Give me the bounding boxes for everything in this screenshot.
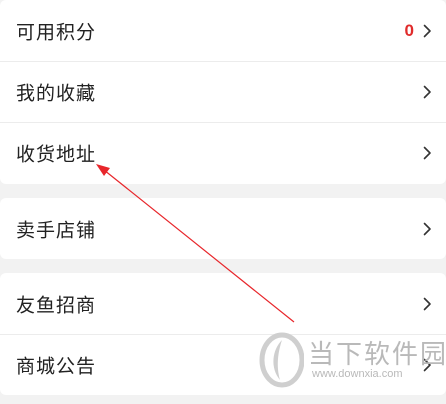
- account-menu-group: 可用积分 0 我的收藏 收货地址: [0, 0, 446, 184]
- available-points-value: 0: [404, 20, 414, 40]
- chevron-right-icon: [423, 146, 431, 160]
- site-watermark: 当下软件园 www.downxia.com: [258, 332, 446, 388]
- chevron-right-icon: [423, 24, 431, 37]
- menu-row-my-favorites[interactable]: 我的收藏: [0, 61, 446, 122]
- menu-row-available-points[interactable]: 可用积分 0: [0, 0, 446, 61]
- available-points-label: 可用积分: [16, 22, 97, 43]
- merchant-recruitment-label: 友鱼招商: [16, 295, 97, 316]
- downxia-logo-icon: [259, 332, 304, 388]
- mall-announcement-label: 商城公告: [16, 356, 97, 378]
- my-favorites-label: 我的收藏: [16, 83, 97, 105]
- chevron-right-icon: [423, 85, 431, 99]
- menu-row-seller-shop[interactable]: 卖手店铺: [0, 198, 446, 259]
- chevron-right-icon: [423, 297, 431, 310]
- watermark-url: www.downxia.com: [312, 368, 403, 380]
- menu-row-merchant-recruitment[interactable]: 友鱼招商: [0, 273, 446, 334]
- seller-menu-group: 卖手店铺: [0, 198, 446, 259]
- menu-row-shipping-address[interactable]: 收货地址: [0, 122, 446, 183]
- chevron-right-icon: [423, 222, 431, 235]
- shipping-address-label: 收货地址: [16, 144, 97, 166]
- seller-shop-label: 卖手店铺: [16, 220, 97, 241]
- watermark-title: 当下软件园: [308, 339, 446, 369]
